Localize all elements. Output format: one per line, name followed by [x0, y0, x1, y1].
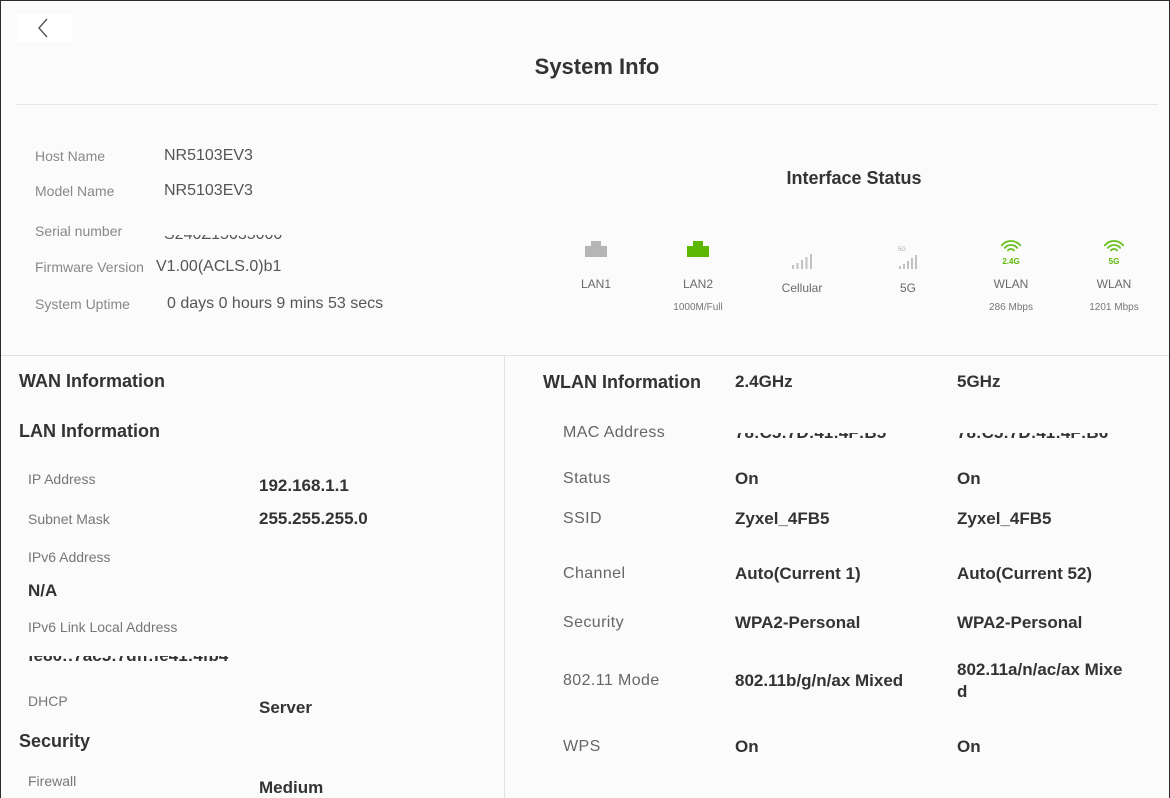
interface-detail-lan2: 1000M/Full	[673, 302, 723, 313]
5g-badge: 5G	[898, 247, 907, 253]
channel-label: Channel	[563, 565, 626, 582]
interface-wlan-2g: 2.4G WLAN 286 Mbps	[966, 237, 1056, 317]
security-5g: WPA2-Personal	[957, 613, 1083, 632]
header-divider	[16, 104, 1158, 105]
interface-icon-box: 2.4G	[966, 237, 1056, 273]
interface-lan2: LAN2 1000M/Full	[653, 237, 743, 317]
interface-cellular: Cellular	[757, 237, 847, 317]
mac-address-5g: 78:C5:7D:41:4F:B6	[957, 423, 1109, 442]
mode-5g: 802.11a/n/ac/ax Mixed	[957, 660, 1123, 701]
interface-label-wlan-2g: WLAN	[993, 277, 1029, 291]
interface-lan1: LAN1	[551, 237, 641, 317]
wlan-header-row: WLAN Information 2.4GHz 5GHz	[505, 367, 1169, 397]
host-name-value: NR5103EV3	[164, 147, 253, 164]
interface-label-lan1: LAN1	[580, 277, 612, 291]
wifi-icon	[1000, 240, 1022, 252]
host-name-label: Host Name	[35, 148, 106, 164]
table-row: SSID Zyxel_4FB5 Zyxel_4FB5	[505, 505, 1169, 533]
firewall-label: Firewall	[28, 773, 77, 789]
interface-wlan-5g: 5G WLAN 1201 Mbps	[1069, 237, 1159, 317]
band-badge-2g: 2.4G	[1002, 257, 1020, 266]
ipv6-address-value: N/A	[28, 581, 58, 600]
mac-address-2g: 78:C5:7D:41:4F:B5	[735, 423, 887, 442]
ipv6-link-local-value: fe80::7ac5:7dff:fe41:4fb4	[28, 646, 229, 665]
status-2g: On	[735, 469, 759, 488]
system-info-page: System Info Host Name NR5103EV3 Model Na…	[0, 0, 1170, 798]
interface-icon-box	[757, 237, 847, 273]
signal-bars-icon	[899, 255, 917, 269]
cellular-signal-icon	[792, 254, 812, 269]
interface-detail-wlan-2g: 286 Mbps	[989, 302, 1033, 313]
interface-label-wlan-5g: WLAN	[1096, 277, 1132, 291]
back-button[interactable]	[18, 14, 72, 42]
security-2g: WPA2-Personal	[735, 613, 861, 632]
firmware-version-value: V1.00(ACLS.0)b1	[156, 258, 282, 275]
system-uptime-value: 0 days 0 hours 9 mins 53 secs	[167, 295, 384, 312]
page-title: System Info	[534, 54, 660, 79]
system-uptime-label: System Uptime	[35, 296, 130, 312]
network-info-panel: WAN Information LAN Information IP Addre…	[1, 356, 504, 798]
interface-icon-box: 5G	[1069, 237, 1159, 273]
wps-label: WPS	[563, 738, 601, 755]
mode-label: 802.11 Mode	[563, 672, 660, 689]
ip-address-value: 192.168.1.1	[259, 476, 349, 495]
ethernet-port-icon	[687, 241, 709, 257]
wps-5g: On	[957, 737, 981, 756]
wlan-information-table: WLAN Information 2.4GHz 5GHz MAC Address…	[505, 356, 1169, 798]
interface-icon-box: 5G	[863, 237, 953, 273]
serial-number-value: S240Z15035000	[164, 226, 283, 243]
band-badge-5g: 5G	[1108, 257, 1120, 266]
table-row: WPS On On	[505, 733, 1169, 761]
wps-2g: On	[735, 737, 759, 756]
interface-label-lan2: LAN2	[682, 277, 714, 291]
ipv6-link-local-label: IPv6 Link Local Address	[28, 619, 178, 635]
wlan-information-heading: WLAN Information	[543, 371, 701, 392]
model-name-value: NR5103EV3	[164, 182, 253, 199]
ssid-5g: Zyxel_4FB5	[957, 509, 1052, 528]
interface-status-title: Interface Status	[786, 168, 922, 188]
wifi-icon	[1103, 240, 1125, 252]
status-5g: On	[957, 469, 981, 488]
table-row: Security WPA2-Personal WPA2-Personal	[505, 609, 1169, 637]
chevron-left-icon	[38, 18, 48, 38]
band-5g-header: 5GHz	[957, 372, 1001, 391]
security-label: Security	[563, 614, 624, 631]
ssid-2g: Zyxel_4FB5	[735, 509, 830, 528]
interface-icon-box	[551, 237, 641, 273]
status-label: Status	[563, 470, 611, 487]
interface-icon-box	[653, 237, 743, 273]
channel-2g: Auto(Current 1)	[735, 564, 861, 583]
security-heading: Security	[19, 731, 91, 751]
lan-information-heading: LAN Information	[19, 421, 160, 441]
table-row: MAC Address 78:C5:7D:41:4F:B5 78:C5:7D:4…	[505, 419, 1169, 447]
interface-detail-wlan-5g: 1201 Mbps	[1089, 302, 1139, 313]
firewall-value: Medium	[259, 778, 324, 797]
table-row: Channel Auto(Current 1) Auto(Current 52)	[505, 557, 1169, 591]
table-row: Status On On	[505, 465, 1169, 493]
interface-5g: 5G 5G	[863, 237, 953, 317]
wan-information-heading: WAN Information	[19, 371, 165, 391]
ipv6-address-label: IPv6 Address	[28, 549, 111, 565]
interface-label-5g: 5G	[899, 281, 916, 295]
model-name-label: Model Name	[35, 183, 115, 199]
mac-address-label: MAC Address	[563, 424, 666, 441]
subnet-mask-value: 255.255.255.0	[259, 509, 368, 528]
dhcp-value: Server	[259, 698, 312, 717]
band-2g-header: 2.4GHz	[735, 372, 793, 391]
mode-2g: 802.11b/g/n/ax Mixed	[735, 671, 904, 690]
channel-5g: Auto(Current 52)	[957, 564, 1093, 583]
firmware-version-label: Firmware Version	[35, 259, 144, 275]
ethernet-port-icon	[585, 241, 607, 257]
ip-address-label: IP Address	[28, 471, 96, 487]
ssid-label: SSID	[563, 510, 602, 527]
interface-label-cellular: Cellular	[781, 281, 823, 295]
dhcp-label: DHCP	[28, 693, 68, 709]
table-row: 802.11 Mode 802.11b/g/n/ax Mixed 802.11a…	[505, 657, 1169, 705]
subnet-mask-label: Subnet Mask	[28, 511, 110, 527]
serial-number-label: Serial number	[35, 223, 123, 239]
